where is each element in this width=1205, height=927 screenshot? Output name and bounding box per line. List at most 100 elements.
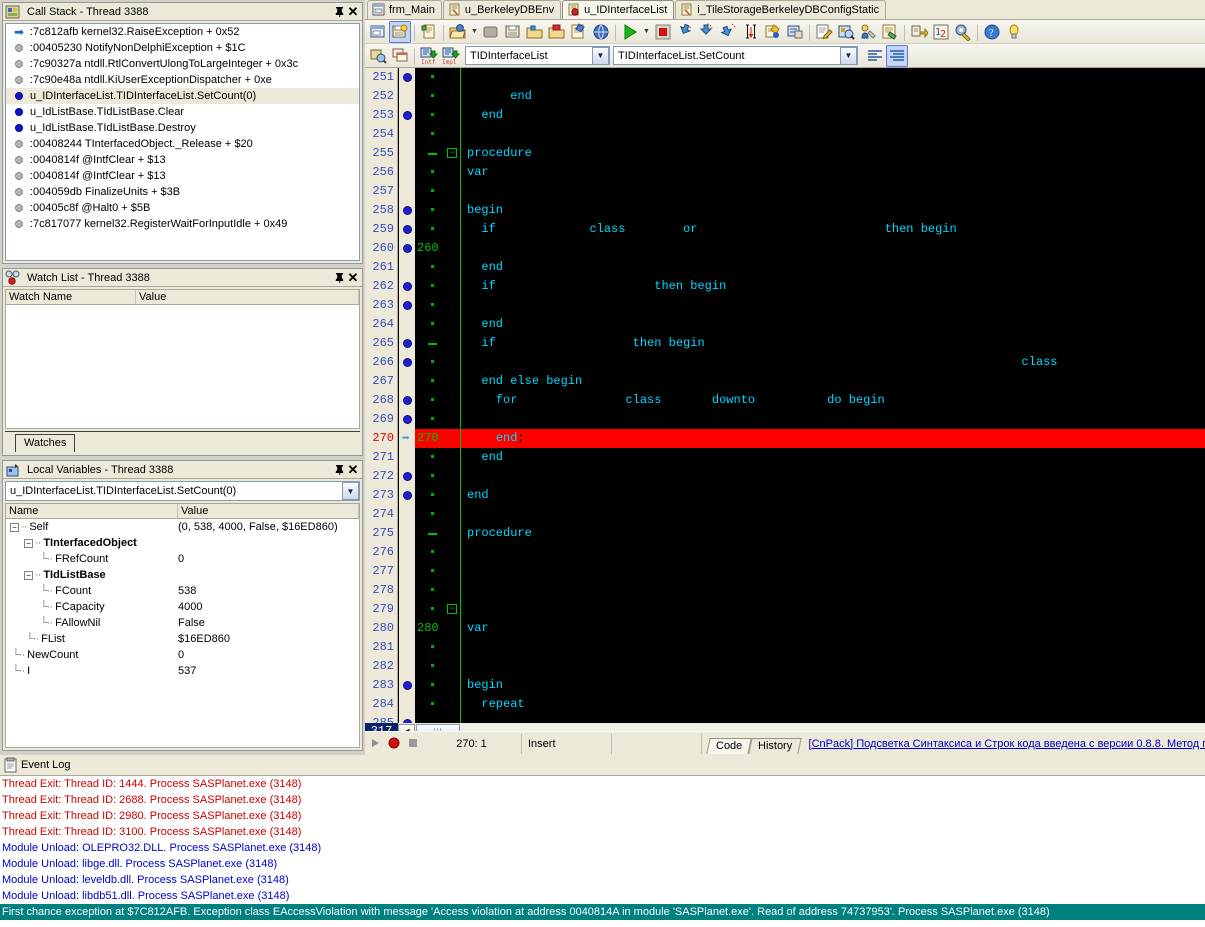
- numbering-icon[interactable]: 12: [930, 21, 952, 43]
- view-form-icon[interactable]: [590, 21, 612, 43]
- local-variable-row[interactable]: └··FAllowNilFalse: [6, 615, 359, 631]
- breakpoint-icon[interactable]: [403, 353, 413, 372]
- add-to-project-icon[interactable]: [524, 21, 546, 43]
- run-to-cursor-icon[interactable]: [718, 21, 740, 43]
- code-line[interactable]: [415, 125, 1205, 144]
- tab-watches[interactable]: Watches: [15, 434, 75, 452]
- code-line[interactable]: [415, 163, 1205, 182]
- run-small-icon[interactable]: [368, 736, 384, 752]
- file-tabstrip[interactable]: frm_Mainu_BerkeleyDBEnvu_IDInterfaceList…: [365, 0, 1205, 20]
- execution-point-icon[interactable]: ➡: [403, 429, 413, 448]
- browser-icon[interactable]: [367, 45, 389, 67]
- save-all-icon[interactable]: [389, 21, 411, 43]
- fold-toggle-icon[interactable]: −: [447, 148, 457, 158]
- call-stack-row[interactable]: :7c90327a ntdll.RtlConvertUlongToLargeIn…: [6, 56, 359, 72]
- local-variable-row[interactable]: └··I537: [6, 663, 359, 679]
- event-log-row[interactable]: Thread Exit: Thread ID: 2688. Process SA…: [0, 792, 1205, 808]
- new-form-icon[interactable]: [367, 21, 389, 43]
- breakpoint-icon[interactable]: [403, 239, 413, 258]
- collapse-toggle[interactable]: −: [24, 571, 33, 580]
- code-line[interactable]: [415, 106, 1205, 125]
- step-over-icon[interactable]: [696, 21, 718, 43]
- code-line[interactable]: [415, 695, 1205, 714]
- tab-code[interactable]: Code: [706, 738, 752, 754]
- event-log-row[interactable]: Module Unload: libge.dll. Process SASPla…: [0, 856, 1205, 872]
- local-variable-row[interactable]: └··FCapacity4000: [6, 599, 359, 615]
- add-watch-icon[interactable]: [784, 21, 806, 43]
- local-variables-scope-combo[interactable]: u_IDInterfaceList.TIDInterfaceList.SetCo…: [5, 481, 360, 501]
- toggle-breakpoint-icon[interactable]: [762, 21, 784, 43]
- close-icon[interactable]: ✕: [346, 5, 360, 19]
- open-icon[interactable]: [447, 21, 469, 43]
- call-stack-row[interactable]: :00405230 NotifyNonDelphiException + $1C: [6, 40, 359, 56]
- edit-icon[interactable]: [813, 21, 835, 43]
- tab-history[interactable]: History: [749, 738, 803, 754]
- tools-icon[interactable]: [952, 21, 974, 43]
- local-variables-tree[interactable]: −··Self(0, 538, 4000, False, $16ED860)−·…: [5, 519, 360, 748]
- local-variable-row[interactable]: └··FList$16ED860: [6, 631, 359, 647]
- call-stack-row[interactable]: :0040814f @IntfClear + $13: [6, 168, 359, 184]
- chevron-down-icon[interactable]: ▼: [469, 28, 480, 35]
- editor-view-tabs[interactable]: Code History: [708, 734, 801, 754]
- call-stack-row[interactable]: :00405c8f @Halt0 + $5B: [6, 200, 359, 216]
- event-log-row[interactable]: Module Unload: libdb51.dll. Process SASP…: [0, 888, 1205, 904]
- breakpoint-icon[interactable]: [403, 106, 413, 125]
- breakpoint-icon[interactable]: [403, 68, 413, 87]
- code-line[interactable]: [415, 486, 1205, 505]
- new-unit-icon[interactable]: [418, 21, 440, 43]
- class-combo[interactable]: TIDInterfaceList ▼: [465, 46, 610, 65]
- file-tab[interactable]: u_IDInterfaceList: [562, 0, 674, 19]
- pin-icon[interactable]: [332, 271, 346, 285]
- pin-icon[interactable]: [332, 463, 346, 477]
- call-stack-row[interactable]: ➡:7c812afb kernel32.RaiseException + 0x5…: [6, 24, 359, 40]
- chevron-down-icon[interactable]: ▼: [641, 28, 652, 35]
- method-combo[interactable]: TIDInterfaceList.SetCount ▼: [613, 46, 858, 65]
- chevron-down-icon[interactable]: ▼: [592, 47, 609, 65]
- code-line[interactable]: [415, 429, 1205, 448]
- breakpoint-icon[interactable]: [403, 391, 413, 410]
- file-tab[interactable]: frm_Main: [367, 0, 442, 19]
- trace-into-icon[interactable]: [674, 21, 696, 43]
- call-stack-row[interactable]: :7c90e48a ntdll.KiUserExceptionDispatche…: [6, 72, 359, 88]
- local-variable-row[interactable]: −··Self(0, 538, 4000, False, $16ED860): [6, 519, 359, 535]
- code-line[interactable]: [415, 600, 1205, 619]
- open-project-icon[interactable]: [480, 21, 502, 43]
- breakpoint-icon[interactable]: [403, 334, 413, 353]
- code-line[interactable]: [415, 448, 1205, 467]
- call-stack-list[interactable]: ➡:7c812afb kernel32.RaiseException + 0x5…: [5, 23, 360, 261]
- run-icon[interactable]: [619, 21, 641, 43]
- lv-column-value[interactable]: Value: [178, 504, 359, 518]
- code-line[interactable]: [415, 315, 1205, 334]
- save-icon[interactable]: [502, 21, 524, 43]
- watch-list-body[interactable]: [5, 305, 360, 429]
- view-unit-icon[interactable]: [568, 21, 590, 43]
- breakpoint-small-icon[interactable]: [387, 736, 403, 752]
- breakpoint-gutter[interactable]: ➡: [399, 68, 415, 723]
- code-line[interactable]: [415, 676, 1205, 695]
- chevron-down-icon[interactable]: ▼: [342, 482, 359, 500]
- chevron-down-icon[interactable]: ▼: [840, 47, 857, 65]
- local-variable-row[interactable]: └··NewCount0: [6, 647, 359, 663]
- indent-left-icon[interactable]: [864, 45, 886, 67]
- breakpoint-icon[interactable]: [403, 486, 413, 505]
- hint-icon[interactable]: [1003, 21, 1025, 43]
- breakpoint-icon[interactable]: [403, 410, 413, 429]
- call-stack-row[interactable]: u_IdListBase.TIdListBase.Destroy: [6, 120, 359, 136]
- call-stack-row[interactable]: :7c817077 kernel32.RegisterWaitForInputI…: [6, 216, 359, 232]
- close-icon[interactable]: ✕: [346, 463, 360, 477]
- cnpack-hint[interactable]: [CnPack] Подсветка Синтаксиса и Строк ко…: [801, 738, 1205, 750]
- fold-toggle-icon[interactable]: −: [447, 604, 457, 614]
- event-log-list[interactable]: Thread Exit: Thread ID: 1444. Process SA…: [0, 775, 1205, 927]
- call-stack-row[interactable]: :0040814f @IntfClear + $13: [6, 152, 359, 168]
- goto-interface-icon[interactable]: Intf: [418, 45, 440, 67]
- call-stack-row[interactable]: :004059db FinalizeUnits + $3B: [6, 184, 359, 200]
- program-pause-icon[interactable]: [652, 21, 674, 43]
- event-log-row[interactable]: Thread Exit: Thread ID: 3100. Process SA…: [0, 824, 1205, 840]
- collapse-toggle[interactable]: −: [24, 539, 33, 548]
- breakpoint-icon[interactable]: [403, 467, 413, 486]
- watch-column-value[interactable]: Value: [136, 290, 359, 304]
- align-icon[interactable]: [908, 21, 930, 43]
- compile-icon[interactable]: [879, 21, 901, 43]
- collapse-toggle[interactable]: −: [10, 523, 19, 532]
- watch-column-name[interactable]: Watch Name: [6, 290, 136, 304]
